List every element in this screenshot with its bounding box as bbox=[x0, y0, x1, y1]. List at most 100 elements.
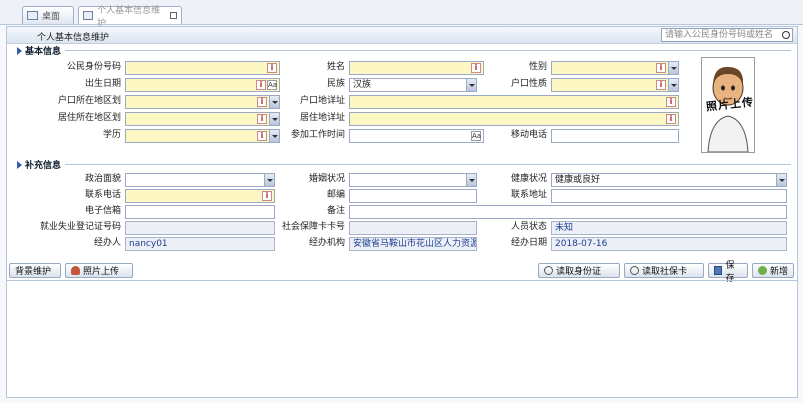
gender-label: 性别 bbox=[528, 62, 547, 72]
name-label: 姓名 bbox=[326, 62, 345, 72]
remark-field[interactable] bbox=[349, 205, 787, 219]
background-maintain-label: 背景维护 bbox=[15, 267, 52, 277]
extra-info-title: 补充信息 bbox=[25, 161, 62, 171]
background-maintain-button[interactable]: 背景维护 bbox=[9, 263, 61, 278]
ethnic-label: 民族 bbox=[326, 79, 345, 89]
panel-header: 个人基本信息维护 请输入公民身份号码或姓名 bbox=[7, 27, 797, 44]
name-field[interactable]: i bbox=[349, 61, 484, 75]
basic-info-header[interactable]: 基本信息 bbox=[13, 44, 66, 57]
save-button[interactable]: 保存 bbox=[708, 261, 748, 284]
photo-upload-button[interactable]: 照片上传 bbox=[65, 263, 133, 278]
info-icon[interactable]: i bbox=[257, 131, 267, 141]
email-field[interactable] bbox=[125, 205, 275, 219]
ethnic-select[interactable]: 汉族 bbox=[349, 78, 477, 92]
social-card-field[interactable] bbox=[349, 221, 477, 235]
status-value: 未知 bbox=[555, 223, 574, 233]
unemployment-cert-field[interactable] bbox=[125, 221, 275, 235]
agency-value: 安徽省马鞍山市花山区人力资源 bbox=[353, 239, 477, 249]
health-select[interactable]: 健康或良好 bbox=[551, 173, 787, 187]
info-icon[interactable]: i bbox=[656, 63, 666, 73]
expand-icon bbox=[17, 160, 22, 169]
phone-label: 联系电话 bbox=[84, 190, 121, 200]
date-value: 2018-07-16 bbox=[555, 239, 608, 249]
date-label: 经办日期 bbox=[510, 238, 547, 248]
handler-field[interactable]: nancy01 bbox=[125, 237, 275, 251]
chevron-down-icon[interactable] bbox=[668, 62, 678, 74]
chevron-down-icon[interactable] bbox=[264, 174, 274, 186]
education-label: 学历 bbox=[102, 130, 121, 140]
info-icon[interactable]: i bbox=[666, 97, 676, 107]
read-social-card-button[interactable]: 读取社保卡 bbox=[624, 263, 704, 278]
user-icon bbox=[71, 266, 80, 275]
tab-personal-info[interactable]: 个人基本信息维护 bbox=[78, 6, 182, 29]
extra-info-header[interactable]: 补充信息 bbox=[13, 158, 66, 171]
main-panel: 个人基本信息维护 请输入公民身份号码或姓名 基本信息 公民身份号码 i 姓名 i… bbox=[6, 26, 798, 398]
photo-upload-area[interactable]: 照片上传 bbox=[701, 57, 755, 153]
education-select[interactable]: i bbox=[125, 129, 280, 143]
health-value: 健康或良好 bbox=[555, 175, 601, 185]
unemployment-cert-label: 就业失业登记证号码 bbox=[39, 222, 121, 232]
residence-address-label: 居住地详址 bbox=[299, 113, 345, 123]
id-number-field[interactable]: i bbox=[125, 61, 280, 75]
tab-desktop[interactable]: 桌面 bbox=[22, 6, 74, 24]
political-select[interactable] bbox=[125, 173, 275, 187]
political-label: 政治面貌 bbox=[84, 174, 121, 184]
page-icon bbox=[83, 11, 94, 20]
id-number-label: 公民身份号码 bbox=[66, 62, 121, 72]
mobile-field[interactable] bbox=[551, 129, 679, 143]
handler-label: 经办人 bbox=[93, 238, 121, 248]
read-id-label: 读取身份证 bbox=[556, 267, 602, 277]
marital-select[interactable] bbox=[349, 173, 477, 187]
new-button[interactable]: 新增 bbox=[752, 263, 794, 278]
postcode-field[interactable] bbox=[349, 189, 477, 203]
info-icon[interactable]: i bbox=[256, 80, 266, 90]
tab-desktop-label: 桌面 bbox=[42, 12, 61, 22]
tab-bar: 桌面 个人基本信息维护 bbox=[0, 0, 803, 29]
marital-label: 婚姻状况 bbox=[308, 174, 345, 184]
info-icon[interactable]: i bbox=[257, 114, 267, 124]
info-icon[interactable]: i bbox=[656, 80, 666, 90]
agency-label: 经办机构 bbox=[308, 238, 345, 248]
status-field[interactable]: 未知 bbox=[551, 221, 787, 235]
search-input[interactable]: 请输入公民身份号码或姓名 bbox=[661, 28, 793, 42]
expand-icon bbox=[17, 46, 22, 55]
chevron-down-icon[interactable] bbox=[466, 174, 476, 186]
phone-field[interactable]: i bbox=[125, 189, 275, 203]
work-time-label: 参加工作时间 bbox=[290, 130, 345, 140]
chevron-down-icon[interactable] bbox=[776, 174, 786, 186]
residence-area-select[interactable]: i bbox=[125, 112, 280, 126]
search-icon bbox=[544, 266, 553, 275]
close-icon[interactable] bbox=[170, 12, 177, 19]
info-icon[interactable]: i bbox=[262, 191, 272, 201]
tab-personal-info-label: 个人基本信息维护 bbox=[97, 5, 161, 29]
search-icon[interactable] bbox=[782, 31, 790, 39]
social-card-label: 社会保障卡卡号 bbox=[281, 222, 345, 232]
add-icon bbox=[758, 266, 767, 275]
address-field[interactable] bbox=[551, 189, 787, 203]
read-id-button[interactable]: 读取身份证 bbox=[538, 263, 620, 278]
hukou-address-field[interactable]: i bbox=[349, 95, 679, 109]
remark-label: 备注 bbox=[326, 206, 345, 216]
work-time-field[interactable]: Aa bbox=[349, 129, 484, 143]
agency-field[interactable]: 安徽省马鞍山市花山区人力资源 bbox=[349, 237, 477, 251]
hukou-nature-select[interactable]: i bbox=[551, 78, 679, 92]
residence-address-field[interactable]: i bbox=[349, 112, 679, 126]
panel-title: 个人基本信息维护 bbox=[37, 33, 110, 43]
basic-info-title: 基本信息 bbox=[25, 47, 62, 57]
handler-value: nancy01 bbox=[129, 239, 168, 249]
new-label: 新增 bbox=[770, 267, 789, 277]
chevron-down-icon[interactable] bbox=[668, 79, 678, 91]
ethnic-value: 汉族 bbox=[353, 80, 372, 90]
hukou-area-select[interactable]: i bbox=[125, 95, 280, 109]
info-icon[interactable]: i bbox=[257, 97, 267, 107]
hukou-nature-label: 户口性质 bbox=[510, 79, 547, 89]
chevron-down-icon[interactable] bbox=[466, 79, 476, 91]
gender-select[interactable]: i bbox=[551, 61, 679, 75]
address-label: 联系地址 bbox=[510, 190, 547, 200]
birth-date-label: 出生日期 bbox=[84, 79, 121, 89]
date-field[interactable]: 2018-07-16 bbox=[551, 237, 787, 251]
birth-date-field[interactable]: i Aa bbox=[125, 78, 280, 92]
info-icon[interactable]: i bbox=[666, 114, 676, 124]
hukou-area-label: 户口所在地区划 bbox=[57, 96, 121, 106]
desktop-icon bbox=[27, 11, 38, 20]
